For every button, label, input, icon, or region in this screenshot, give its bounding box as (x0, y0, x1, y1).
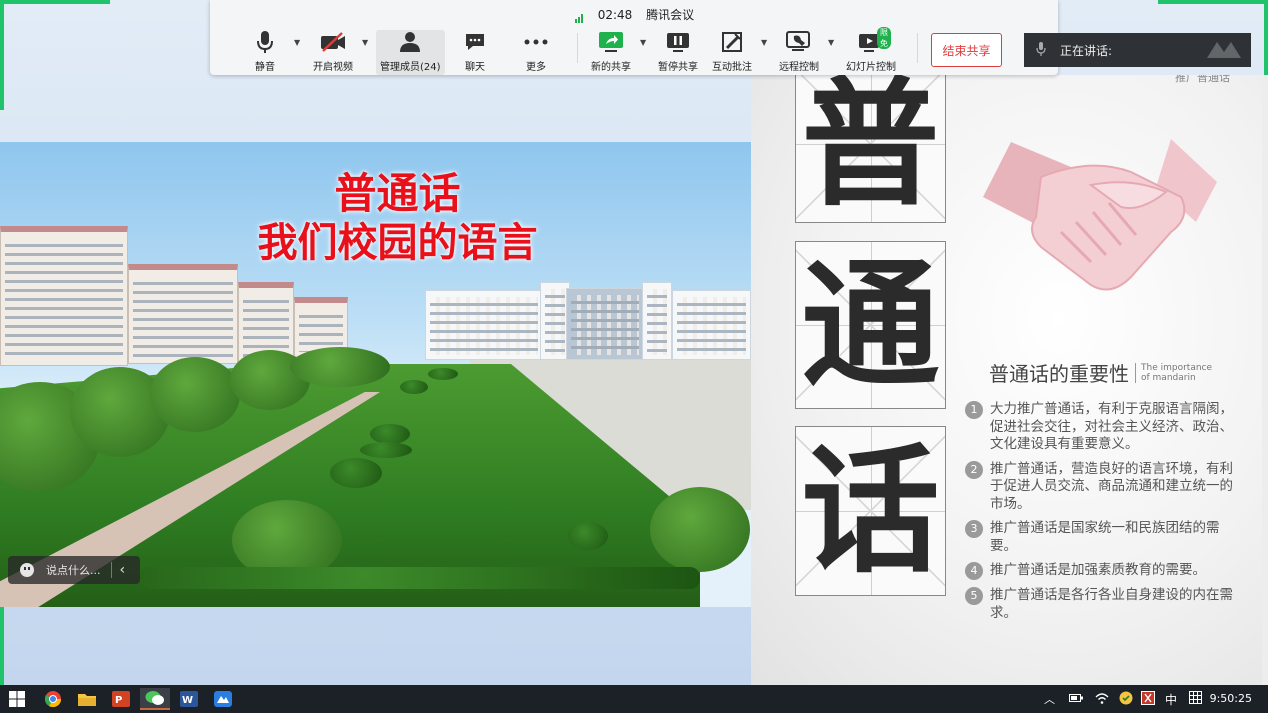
bush (370, 424, 410, 444)
remote-control-button[interactable]: 远程控制 (779, 30, 819, 73)
building (128, 264, 238, 364)
big-char-2: 通 (795, 241, 946, 409)
importance-subtitle: The importance of mandarin (1135, 362, 1215, 383)
list-item: 2 推广普通话，营造良好的语言环境，有利于促进人员交流、商品流通和建立统一的市场。 (965, 460, 1235, 514)
list-item: 4 推广普通话是加强素质教育的需要。 (965, 562, 1235, 580)
tree (290, 347, 390, 387)
microphone-icon (250, 30, 280, 54)
building (566, 288, 644, 360)
bush (400, 380, 428, 394)
building (642, 282, 672, 360)
ime-indicator[interactable]: 中 (1165, 691, 1177, 708)
share-border-bottom-left (0, 604, 4, 685)
taskbar-clock[interactable]: 9:50:25 (1210, 692, 1252, 705)
wechat-icon[interactable] (140, 688, 170, 710)
share-border-top-right (1158, 0, 1268, 4)
more-icon (521, 30, 551, 54)
chevron-up-icon[interactable]: ︿ (1044, 691, 1055, 707)
free-badge: 限免 (877, 27, 891, 49)
list-item: 5 推广普通话是各行各业自身建设的内在需求。 (965, 587, 1235, 622)
windows-start-icon[interactable] (2, 688, 32, 710)
ime-grid-icon[interactable] (1189, 691, 1203, 707)
remote-control-icon (784, 30, 814, 54)
share-border-left (0, 0, 4, 110)
chat-button[interactable]: 聊天 (460, 30, 490, 73)
bush (568, 522, 608, 550)
bush (360, 442, 412, 458)
mute-button[interactable]: 静音 (250, 30, 280, 73)
slide-top-label: 推广普通话 (1175, 75, 1230, 84)
end-share-button[interactable]: 结束共享 (931, 33, 1002, 67)
slide-title-line2: 我们校园的语言 (257, 220, 538, 266)
tencent-meeting-icon[interactable] (208, 688, 238, 710)
list-item: 1 大力推广普通话，有利于克服语言隔阂，促进社会交往，对社会主义经济、政治、文化建… (965, 401, 1235, 454)
meeting-toolbar: 02:48 腾讯会议 静音 ▼ 开启视频 ▼ 管理成员(24) 聊天 更多 新的… (210, 0, 1058, 75)
bush (428, 368, 458, 380)
importance-heading: 普通话的重要性 The importance of mandarin (989, 358, 1215, 387)
tree (150, 357, 240, 432)
slide-control-button[interactable]: 限免 幻灯片控制 (846, 27, 896, 73)
battery-icon[interactable] (1069, 693, 1083, 706)
video-button[interactable]: 开启视频 (313, 30, 353, 73)
slide-edge (1262, 75, 1268, 685)
more-button[interactable]: 更多 (521, 30, 551, 73)
camera-off-icon (318, 30, 348, 54)
importance-list: 1 大力推广普通话，有利于克服语言隔阂，促进社会交往，对社会主义经济、政治、文化建… (965, 401, 1235, 629)
bush (330, 458, 382, 488)
speaking-label: 正在讲话: (1060, 43, 1113, 58)
pause-share-button[interactable]: 暂停共享 (658, 30, 698, 73)
annotate-icon (717, 30, 747, 54)
chrome-icon[interactable] (38, 688, 68, 710)
building (672, 290, 751, 360)
slide-control-icon: 限免 (856, 27, 891, 54)
shared-slide-campus: 普通话 我们校园的语言 (0, 142, 751, 607)
tencent-meeting-watermark-icon (1207, 42, 1241, 58)
file-explorer-icon[interactable] (72, 688, 102, 710)
building (425, 290, 543, 360)
share-border-top-left (0, 0, 110, 4)
big-char-3: 话 (795, 426, 946, 596)
tree (650, 487, 750, 572)
chat-quick-input[interactable]: 说点什么... ‹ (8, 556, 140, 584)
word-icon[interactable]: W (174, 688, 204, 710)
handshake-icon (983, 139, 1217, 291)
screen-share-icon (596, 30, 626, 54)
microphone-icon (1036, 41, 1046, 59)
speaking-indicator: 正在讲话: (1024, 33, 1251, 67)
pause-icon (663, 30, 693, 54)
manage-members-button[interactable]: 管理成员(24) (376, 30, 445, 75)
meeting-timer: 02:48 (597, 8, 633, 22)
annotate-options-caret[interactable]: ▼ (761, 38, 767, 47)
windows-taskbar: P W ︿ 中 9:50:25 (0, 685, 1268, 713)
meeting-header: 02:48 腾讯会议 (210, 6, 1058, 23)
collapse-chevron-icon[interactable]: ‹ (120, 562, 126, 578)
user-icon (395, 30, 425, 54)
chat-input-placeholder[interactable]: 说点什么... (46, 562, 101, 578)
security-status-icon[interactable] (1119, 691, 1133, 708)
new-share-button[interactable]: 新的共享 (591, 30, 631, 73)
hedge-row (140, 567, 700, 589)
video-options-caret[interactable]: ▼ (362, 38, 368, 47)
signal-strength-icon (574, 9, 586, 23)
big-char-1: 普 (795, 75, 946, 223)
svg-text:P: P (115, 695, 122, 706)
system-tray: ︿ 中 (1044, 685, 1203, 713)
annotate-button[interactable]: 互动批注 (712, 30, 752, 73)
remote-options-caret[interactable]: ▼ (828, 38, 834, 47)
list-item: 3 推广普通话是国家统一和民族团结的需要。 (965, 520, 1235, 555)
svg-text:W: W (182, 695, 193, 706)
share-options-caret[interactable]: ▼ (640, 38, 646, 47)
shared-slide-mandarin: 推广普通话 普 通 话 普通话的重要性 The importance of ma… (751, 75, 1263, 685)
app-name: 腾讯会议 (646, 8, 695, 22)
emoji-icon[interactable] (20, 563, 34, 577)
wifi-icon[interactable] (1095, 692, 1109, 707)
mute-options-caret[interactable]: ▼ (294, 38, 300, 47)
chat-icon (460, 30, 490, 54)
powerpoint-icon[interactable]: P (106, 688, 136, 710)
antivirus-icon[interactable] (1141, 690, 1155, 708)
